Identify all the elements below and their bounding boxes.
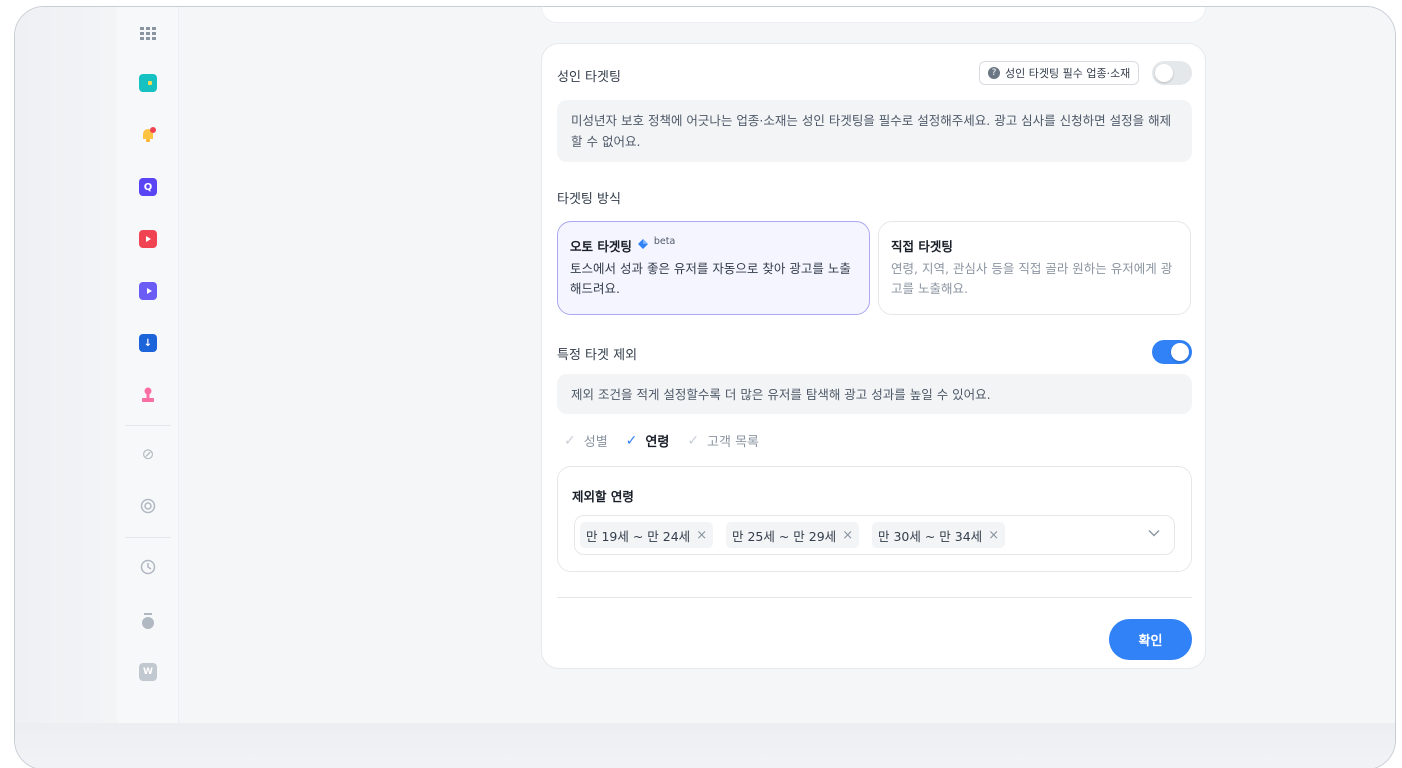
bell-icon[interactable] <box>139 126 157 144</box>
history-icon[interactable] <box>139 558 157 576</box>
app-screen: Q ↓ ⊘ W 성인 타겟팅 ? 성인 타겟팅 필수 업종·소재 미성년자 보호… <box>15 6 1395 723</box>
won-icon[interactable]: W <box>139 663 157 681</box>
confirm-button[interactable]: 확인 <box>1109 619 1192 660</box>
previous-card <box>541 6 1206 23</box>
auto-targeting-desc: 토스에서 성과 좋은 유저를 자동으로 찾아 광고를 노출해드려요. <box>570 261 851 296</box>
exclude-options: ✓ 성별 ✓ 연령 ✓ 고객 목록 <box>564 431 777 451</box>
segment <box>560 6 668 7</box>
remove-icon[interactable]: × <box>696 528 707 543</box>
sidebar: Q ↓ ⊘ W <box>117 7 179 723</box>
manual-targeting-option[interactable]: 직접 타겟팅 연령, 지역, 관심사 등을 직접 골라 원하는 유저에게 광고를… <box>878 221 1191 315</box>
option-label: 성별 <box>583 435 608 450</box>
chevron-down-icon[interactable] <box>1148 526 1160 540</box>
segment <box>668 6 760 7</box>
target-icon[interactable] <box>139 497 157 515</box>
adult-targeting-toggle[interactable] <box>1152 61 1192 85</box>
manual-targeting-title: 직접 타겟팅 <box>891 239 953 254</box>
device-frame: Q ↓ ⊘ W 성인 타겟팅 ? 성인 타겟팅 필수 업종·소재 미성년자 보호… <box>14 6 1396 768</box>
option-gender[interactable]: ✓ 성별 <box>564 431 608 451</box>
question-icon: ? <box>988 67 1000 79</box>
link-icon[interactable]: ⊘ <box>139 445 157 463</box>
exclude-info-box: 제외 조건을 적게 설정할수록 더 많은 유저를 탐색해 광고 성과를 높일 수… <box>557 374 1192 414</box>
exclude-toggle[interactable] <box>1152 340 1192 364</box>
targeting-card: 성인 타겟팅 ? 성인 타겟팅 필수 업종·소재 미성년자 보호 정책에 어긋나… <box>541 43 1206 669</box>
adult-targeting-title: 성인 타겟팅 <box>557 70 621 85</box>
sparkle-icon <box>636 238 650 253</box>
age-chip: 만 25세 ~ 만 29세 × <box>726 522 860 548</box>
adult-help-button[interactable]: ? 성인 타겟팅 필수 업종·소재 <box>979 61 1140 85</box>
age-chip-label: 만 25세 ~ 만 29세 <box>732 528 837 544</box>
money-bag-icon[interactable] <box>139 612 157 630</box>
stamp-icon[interactable] <box>139 386 157 404</box>
option-label: 연령 <box>645 435 670 450</box>
remove-icon[interactable]: × <box>988 528 999 543</box>
age-chip: 만 19세 ~ 만 24세 × <box>580 522 714 548</box>
age-chip-label: 만 30세 ~ 만 34세 <box>878 528 983 544</box>
video-icon[interactable] <box>139 282 157 300</box>
exclude-title: 특정 타겟 제외 <box>557 348 638 363</box>
age-chip: 만 30세 ~ 만 34세 × <box>872 522 1006 548</box>
manual-targeting-desc: 연령, 지역, 관심사 등을 직접 골라 원하는 유저에게 광고를 노출해요. <box>891 261 1173 296</box>
apps-grid-icon[interactable] <box>139 25 157 43</box>
method-title: 타겟팅 방식 <box>557 192 621 207</box>
option-age[interactable]: ✓ 연령 <box>625 431 670 451</box>
check-icon: ✓ <box>625 432 638 449</box>
remove-icon[interactable]: × <box>842 528 853 543</box>
age-select[interactable]: 만 19세 ~ 만 24세 × 만 25세 ~ 만 29세 × 만 30세 ~ … <box>574 515 1175 555</box>
divider <box>557 597 1192 598</box>
check-icon: ✓ <box>687 432 700 449</box>
sidebar-divider <box>125 537 171 538</box>
adult-info-box: 미성년자 보호 정책에 어긋나는 업종·소재는 성인 타겟팅을 필수로 설정해주… <box>557 100 1192 162</box>
download-icon[interactable]: ↓ <box>139 334 157 352</box>
auto-targeting-title: 오토 타겟팅 <box>570 239 632 254</box>
auto-targeting-option[interactable]: 오토 타겟팅 beta 토스에서 성과 좋은 유저를 자동으로 찾아 광고를 노… <box>557 221 870 315</box>
bottom-band <box>15 723 1395 768</box>
exclude-age-box: 제외할 연령 만 19세 ~ 만 24세 × 만 25세 ~ 만 29세 × 만… <box>557 466 1192 572</box>
film-icon[interactable] <box>139 230 157 248</box>
check-icon: ✓ <box>564 432 576 449</box>
option-customer-list[interactable]: ✓ 고객 목록 <box>687 431 760 451</box>
left-backdrop <box>15 7 117 723</box>
sidebar-divider <box>125 425 171 426</box>
segment <box>760 6 864 7</box>
adult-help-label: 성인 타겟팅 필수 업종·소재 <box>1005 67 1131 80</box>
wallet-icon[interactable] <box>139 74 157 92</box>
quiz-icon[interactable]: Q <box>139 178 157 196</box>
exclude-age-label: 제외할 연령 <box>572 489 634 504</box>
beta-badge: beta <box>653 236 676 247</box>
option-label: 고객 목록 <box>707 435 760 450</box>
age-chip-label: 만 19세 ~ 만 24세 <box>586 528 691 544</box>
